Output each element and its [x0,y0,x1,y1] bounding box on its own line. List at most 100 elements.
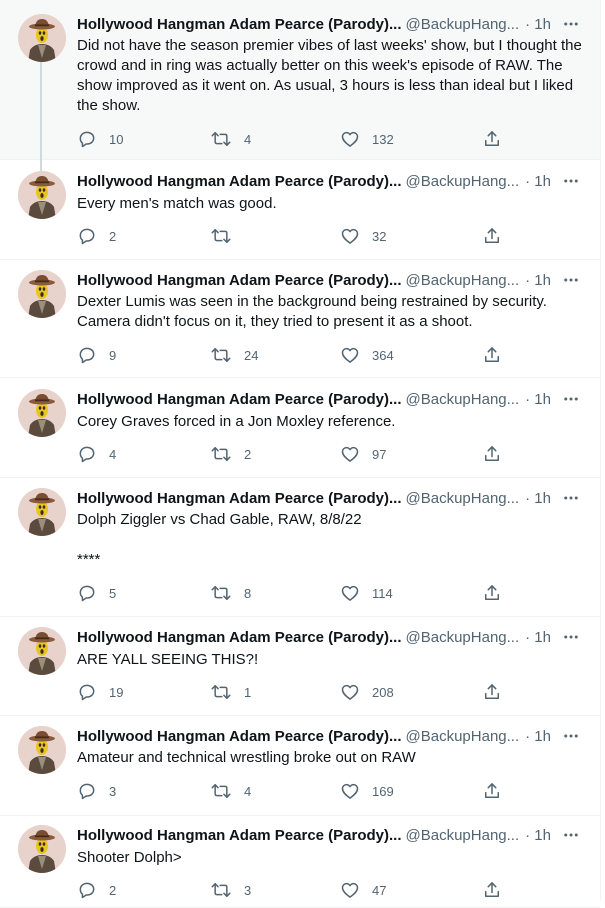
tweet-header: Hollywood Hangman Adam Pearce (Parody)..… [77,171,578,191]
timestamp[interactable]: · 1h [525,391,551,408]
reply-button[interactable]: 5 [77,583,116,603]
thread-line [40,62,42,172]
retweet-button[interactable]: 8 [210,583,251,603]
reply-button[interactable]: 9 [77,345,116,365]
timestamp[interactable]: · 1h [525,490,551,507]
tweet-text: Corey Graves forced in a Jon Moxley refe… [77,413,396,430]
retweet-button[interactable]: 24 [210,345,258,365]
timestamp[interactable]: · 1h [525,173,551,190]
reply-count: 2 [109,228,117,244]
more-icon[interactable] [562,825,580,845]
tweet-actions: 4 2 97 [77,444,507,464]
reply-icon [77,682,97,702]
reply-button[interactable]: 4 [77,444,116,464]
tweet-text: Dolph Ziggler vs Chad Gable, RAW, 8/8/22… [77,511,362,568]
share-icon [482,444,502,464]
avatar[interactable] [18,825,66,873]
like-button[interactable]: 32 [340,226,386,246]
display-name[interactable]: Hollywood Hangman Adam Pearce (Parody)..… [77,391,402,408]
tweet[interactable]: Hollywood Hangman Adam Pearce (Parody)..… [0,378,600,478]
reply-button[interactable]: 2 [77,226,116,246]
share-button[interactable] [482,781,502,801]
display-name[interactable]: Hollywood Hangman Adam Pearce (Parody)..… [77,272,402,289]
more-icon[interactable] [562,270,580,290]
like-button[interactable]: 114 [340,583,393,603]
like-button[interactable]: 169 [340,781,394,801]
more-icon[interactable] [562,171,580,191]
avatar[interactable] [18,726,66,774]
share-icon [482,226,502,246]
share-icon [482,682,502,702]
user-handle[interactable]: @BackupHang... [406,629,520,646]
tweet-header: Hollywood Hangman Adam Pearce (Parody)..… [77,389,578,409]
more-icon[interactable] [562,389,580,409]
timestamp[interactable]: · 1h [525,827,551,844]
share-button[interactable] [482,345,502,365]
user-handle[interactable]: @BackupHang... [406,173,520,190]
timestamp[interactable]: · 1h [525,728,551,745]
user-handle[interactable]: @BackupHang... [406,391,520,408]
share-icon [482,129,502,149]
tweet[interactable]: Hollywood Hangman Adam Pearce (Parody)..… [0,478,600,617]
like-button[interactable]: 208 [340,682,394,702]
avatar[interactable] [18,171,66,219]
like-count: 47 [372,882,387,898]
reply-button[interactable]: 19 [77,682,123,702]
user-handle[interactable]: @BackupHang... [406,728,520,745]
tweet-actions: 2 3 47 [77,880,507,900]
display-name[interactable]: Hollywood Hangman Adam Pearce (Parody)..… [77,490,402,507]
user-handle[interactable]: @BackupHang... [406,827,520,844]
reply-button[interactable]: 2 [77,880,116,900]
more-icon[interactable] [562,14,580,34]
display-name[interactable]: Hollywood Hangman Adam Pearce (Parody)..… [77,16,402,33]
like-button[interactable]: 97 [340,444,386,464]
user-handle[interactable]: @BackupHang... [406,490,520,507]
share-button[interactable] [482,583,502,603]
tweet-actions: 19 1 208 [77,682,507,702]
tweet-header: Hollywood Hangman Adam Pearce (Parody)..… [77,825,578,845]
timestamp[interactable]: · 1h [525,272,551,289]
retweet-button[interactable]: 3 [210,880,251,900]
avatar[interactable] [18,270,66,318]
more-icon[interactable] [562,488,580,508]
like-button[interactable]: 47 [340,880,386,900]
user-handle[interactable]: @BackupHang... [406,272,520,289]
reply-button[interactable]: 10 [77,129,123,149]
user-handle[interactable]: @BackupHang... [406,16,520,33]
tweet[interactable]: Hollywood Hangman Adam Pearce (Parody)..… [0,260,600,378]
like-button[interactable]: 364 [340,345,394,365]
retweet-button[interactable]: 4 [210,781,251,801]
tweet[interactable]: Hollywood Hangman Adam Pearce (Parody)..… [0,716,600,816]
more-icon[interactable] [562,726,580,746]
share-button[interactable] [482,444,502,464]
like-button[interactable]: 132 [340,129,394,149]
retweet-button[interactable]: 4 [210,129,251,149]
tweet[interactable]: Hollywood Hangman Adam Pearce (Parody)..… [0,160,600,260]
share-button[interactable] [482,682,502,702]
avatar[interactable] [18,14,66,62]
timestamp[interactable]: · 1h [525,629,551,646]
share-button[interactable] [482,226,502,246]
retweet-button[interactable]: 1 [210,682,251,702]
avatar[interactable] [18,488,66,536]
timestamp[interactable]: · 1h [525,16,551,33]
avatar[interactable] [18,389,66,437]
tweet[interactable]: Hollywood Hangman Adam Pearce (Parody)..… [0,617,600,716]
tweet-header: Hollywood Hangman Adam Pearce (Parody)..… [77,627,578,647]
display-name[interactable]: Hollywood Hangman Adam Pearce (Parody)..… [77,728,402,745]
tweet[interactable]: Hollywood Hangman Adam Pearce (Parody)..… [0,0,600,172]
retweet-button[interactable] [210,226,244,246]
reply-button[interactable]: 3 [77,781,116,801]
share-button[interactable] [482,880,502,900]
reply-icon [77,129,97,149]
retweet-count: 8 [244,585,252,601]
display-name[interactable]: Hollywood Hangman Adam Pearce (Parody)..… [77,629,402,646]
share-button[interactable] [482,129,502,149]
display-name[interactable]: Hollywood Hangman Adam Pearce (Parody)..… [77,173,402,190]
retweet-button[interactable]: 2 [210,444,251,464]
more-icon[interactable] [562,627,580,647]
tweet[interactable]: Hollywood Hangman Adam Pearce (Parody)..… [0,816,600,908]
reply-count: 4 [109,446,117,462]
avatar[interactable] [18,627,66,675]
display-name[interactable]: Hollywood Hangman Adam Pearce (Parody)..… [77,827,402,844]
